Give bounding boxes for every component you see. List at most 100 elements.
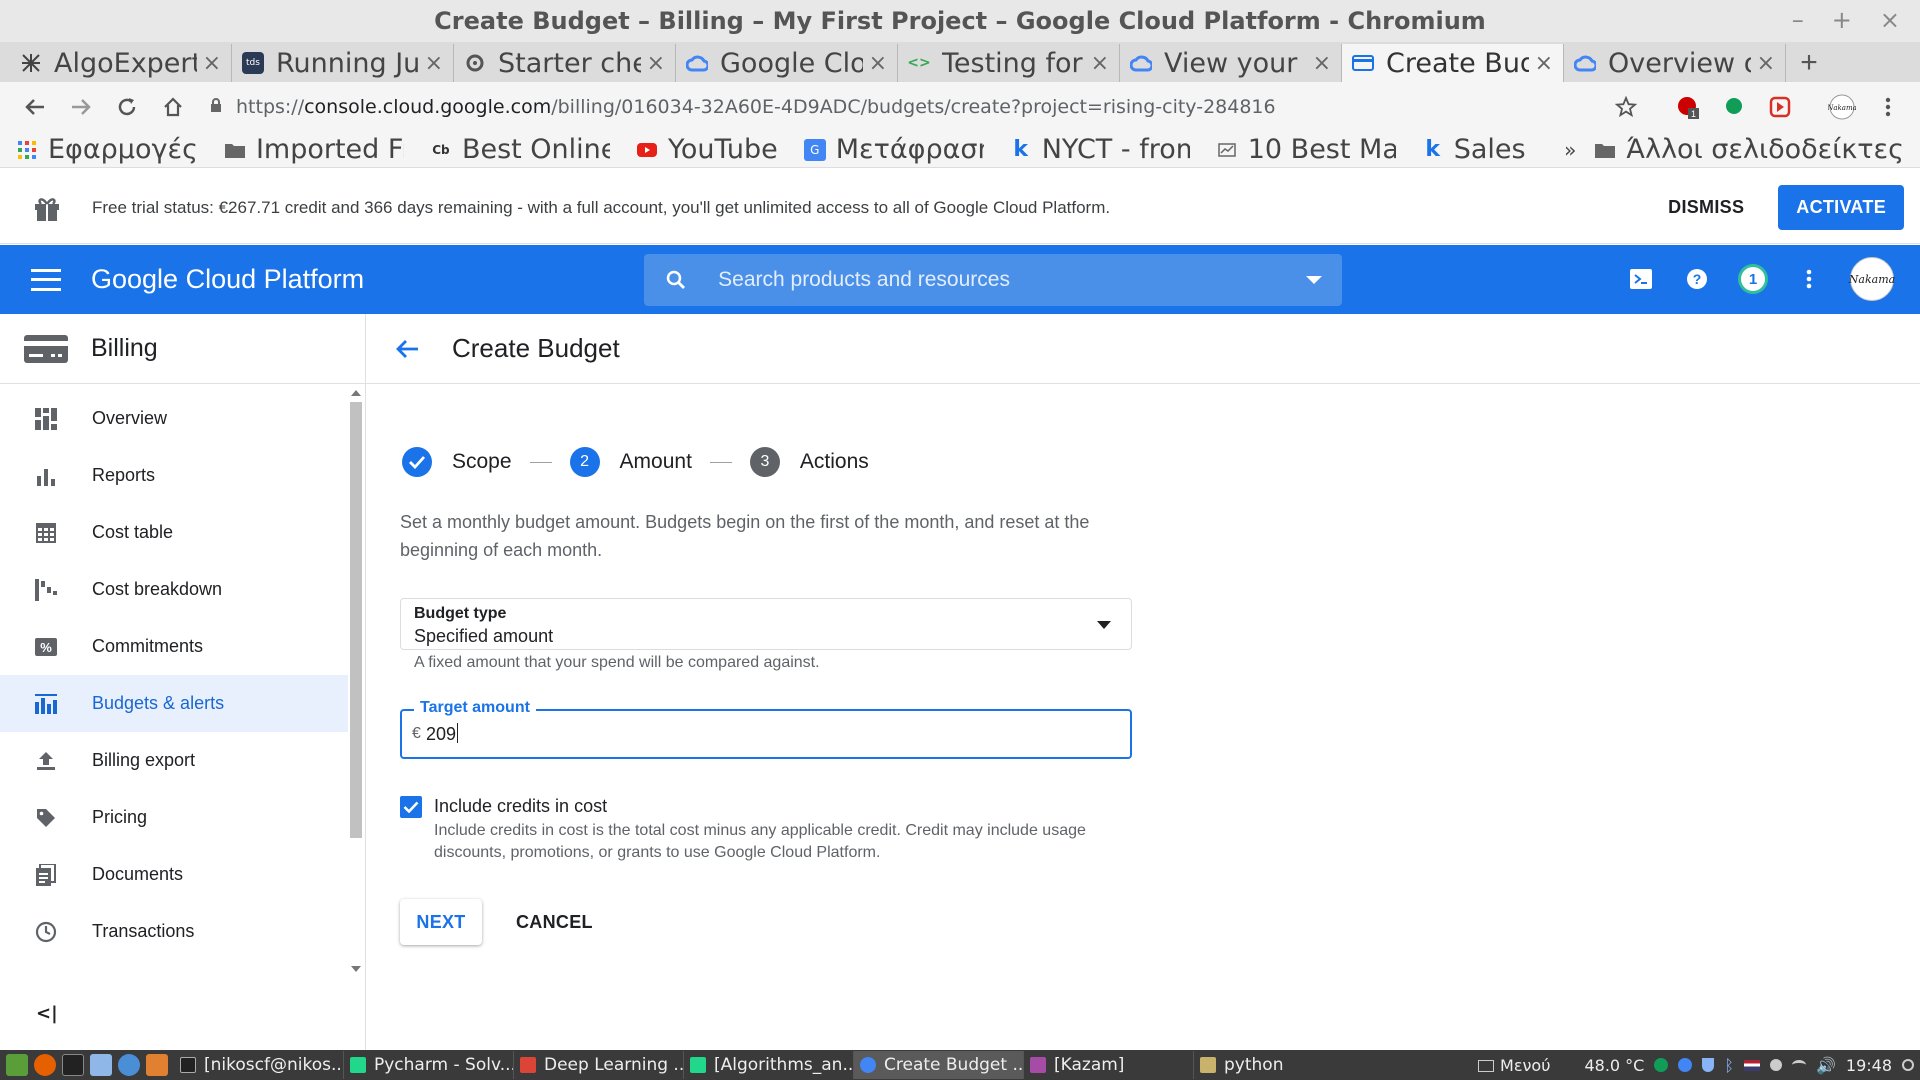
bookmark-folder[interactable]: Imported Fr [224, 134, 404, 165]
sublime-icon[interactable] [146, 1054, 168, 1076]
browser-tab[interactable]: <> Testing for × [898, 44, 1120, 82]
close-window-icon[interactable]: × [1880, 6, 1900, 34]
tab-close-icon[interactable]: × [1757, 51, 1775, 76]
browser-tab[interactable]: Google Clo × [676, 44, 898, 82]
taskbar-task[interactable]: [nikoscf@nikos... [174, 1051, 344, 1079]
sidebar-item-cost-table[interactable]: Cost table [0, 504, 348, 561]
browser-menu-icon[interactable] [1870, 89, 1906, 125]
back-button[interactable] [14, 86, 56, 128]
tray-chromium-icon[interactable] [1678, 1058, 1693, 1072]
tab-close-icon[interactable]: × [1091, 51, 1109, 76]
clock-time: 19:48 [1845, 1055, 1892, 1075]
power-icon[interactable] [1902, 1059, 1914, 1071]
cancel-button[interactable]: CANCEL [506, 899, 603, 945]
taskbar-task[interactable]: python [1194, 1051, 1364, 1079]
browser-tab[interactable]: tds Running Ju × [232, 44, 454, 82]
help-icon[interactable]: ? [1682, 264, 1712, 294]
bookmark-item[interactable]: G Μετάφραση [803, 134, 984, 165]
sidebar-item-documents[interactable]: Documents [0, 846, 348, 903]
bookmark-item[interactable]: Cb Best Online [430, 134, 610, 165]
sidebar-item-cost-breakdown[interactable]: Cost breakdown [0, 561, 348, 618]
budget-type-select[interactable]: Budget type Specified amount [400, 598, 1132, 650]
tab-close-icon[interactable]: × [647, 51, 665, 76]
search-input[interactable]: Search products and resources [718, 268, 1306, 292]
scroll-down-arrow-icon[interactable] [351, 966, 361, 972]
browser-tab[interactable]: Starter che × [454, 44, 676, 82]
wifi-icon[interactable] [1791, 1060, 1806, 1070]
extension-ublock-icon[interactable]: 1 [1670, 89, 1706, 125]
next-button[interactable]: NEXT [400, 899, 482, 945]
browser-tab[interactable]: View your × [1120, 44, 1342, 82]
dismiss-button[interactable]: DISMISS [1668, 197, 1744, 218]
tab-close-icon[interactable]: × [1313, 51, 1331, 76]
forward-button[interactable] [60, 86, 102, 128]
sidebar-item-transactions[interactable]: Transactions [0, 903, 348, 960]
sidebar-item-commitments[interactable]: % Commitments [0, 618, 348, 675]
url-field[interactable]: https://console.cloud.google.com/billing… [198, 87, 1598, 127]
firefox-icon[interactable] [34, 1054, 56, 1076]
taskbar-task-active[interactable]: Create Budget ... [854, 1051, 1024, 1079]
browser-tab[interactable]: Overview o × [1564, 44, 1786, 82]
collapse-sidebar-button[interactable]: <| [36, 1003, 58, 1024]
taskbar-task[interactable]: Pycharm - Solv... [344, 1051, 514, 1079]
chevron-down-icon[interactable] [1306, 275, 1323, 284]
browser-tab-active[interactable]: Create Bud × [1342, 44, 1564, 82]
tab-close-icon[interactable]: × [869, 51, 887, 76]
sidebar-item-billing-export[interactable]: Billing export [0, 732, 348, 789]
extension-red-icon[interactable] [1762, 89, 1798, 125]
include-credits-label[interactable]: Include credits in cost [434, 796, 607, 817]
tab-close-icon[interactable]: × [1535, 51, 1553, 76]
menu-button[interactable]: Μενού [1478, 1056, 1550, 1075]
target-amount-input[interactable]: 209 [426, 723, 459, 745]
bookmark-other-folder[interactable]: Άλλοι σελιδοδείκτες [1594, 134, 1904, 165]
files-icon[interactable] [90, 1054, 112, 1076]
sidebar-item-overview[interactable]: Overview [0, 390, 348, 447]
taskbar-task[interactable]: [Kazam] [1024, 1051, 1194, 1079]
include-credits-checkbox[interactable] [400, 796, 422, 818]
profile-avatar-icon[interactable]: Nakama [1824, 89, 1860, 125]
maximize-icon[interactable]: + [1832, 6, 1852, 34]
bookmark-item[interactable]: YouTube [636, 134, 778, 165]
taskbar-task[interactable]: Deep Learning ... [514, 1051, 684, 1079]
cloud-shell-icon[interactable] [1626, 264, 1656, 294]
flag-icon[interactable] [1743, 1059, 1760, 1071]
start-menu-icon[interactable] [6, 1054, 28, 1076]
bookmark-item[interactable]: k Sales [1422, 134, 1525, 165]
bookmark-item[interactable]: 10 Best Mat [1216, 134, 1396, 165]
taskbar-task[interactable]: [Algorithms_an... [684, 1051, 854, 1079]
more-vert-icon[interactable] [1794, 264, 1824, 294]
terminal-icon[interactable] [62, 1054, 84, 1076]
extension-green-icon[interactable] [1716, 89, 1752, 125]
bookmark-item[interactable]: k NYCT - from [1010, 134, 1189, 165]
browser-tab[interactable]: AlgoExpert × [10, 44, 232, 82]
user-icon[interactable] [1769, 1059, 1782, 1071]
bookmarks-overflow-button[interactable]: » [1564, 138, 1576, 162]
search-bar[interactable]: Search products and resources [644, 253, 1343, 306]
scroll-up-arrow-icon[interactable] [351, 390, 361, 396]
star-bookmark-icon[interactable] [1608, 89, 1644, 125]
sidebar-item-pricing[interactable]: Pricing [0, 789, 348, 846]
tab-close-icon[interactable]: × [425, 51, 443, 76]
reload-button[interactable] [106, 86, 148, 128]
volume-icon[interactable]: 🔊 [1816, 1056, 1836, 1075]
minimize-icon[interactable]: – [1792, 6, 1804, 34]
sidebar-scrollbar[interactable] [348, 386, 364, 976]
sidebar-item-budgets-alerts[interactable]: Budgets & alerts [0, 675, 348, 732]
tab-close-icon[interactable]: × [203, 51, 221, 76]
tray-app-icon[interactable] [1654, 1058, 1669, 1072]
home-button[interactable] [152, 86, 194, 128]
bookmark-apps[interactable]: Εφαρμογές [16, 134, 198, 165]
scroll-thumb[interactable] [350, 402, 362, 838]
shield-icon[interactable] [1702, 1058, 1715, 1072]
new-tab-button[interactable]: + [1786, 44, 1832, 82]
notifications-badge[interactable]: 1 [1738, 264, 1768, 294]
console-title[interactable]: Google Cloud Platform [91, 264, 364, 295]
chromium-icon[interactable] [118, 1054, 140, 1076]
back-arrow-icon[interactable] [392, 334, 422, 364]
hamburger-menu-icon[interactable] [31, 268, 61, 291]
bluetooth-icon[interactable]: ᛒ [1724, 1056, 1734, 1075]
account-avatar[interactable]: Nakama [1849, 257, 1895, 301]
sidebar-item-reports[interactable]: Reports [0, 447, 348, 504]
target-amount-field[interactable]: Target amount € 209 [400, 699, 1132, 759]
activate-button[interactable]: ACTIVATE [1778, 185, 1904, 230]
